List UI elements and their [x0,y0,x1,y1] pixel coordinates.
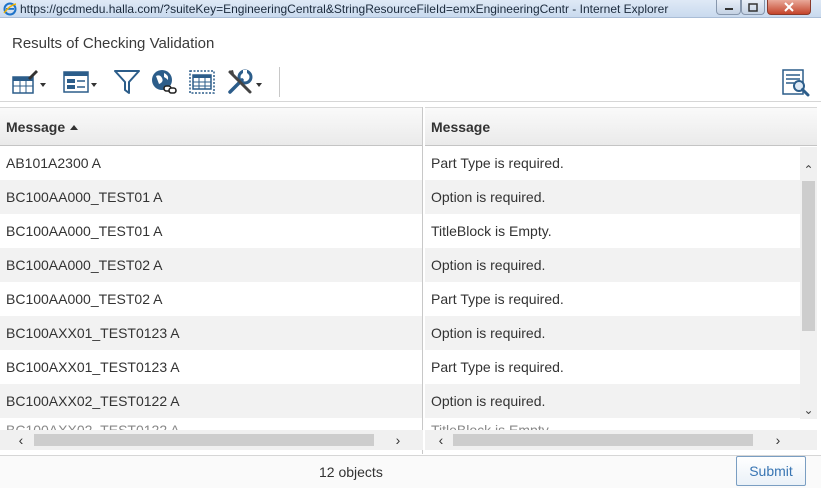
left-horizontal-scroll-thumb[interactable] [34,434,374,446]
filter-icon [114,70,140,94]
row-name-cell: BC100AA000_TEST01 A [6,223,163,239]
tools-icon [228,69,253,94]
dialog-footer: 12 objects Submit [0,455,821,488]
scroll-up-icon[interactable]: ⌃ [800,161,817,178]
search-report-button[interactable] [780,68,810,97]
grid-select-icon [189,70,215,94]
table-row[interactable]: BC100AA000_TEST02 A [0,248,422,282]
minimize-icon [724,8,733,10]
row-name-cell: BC100AXX02_TEST0122 A [6,393,180,409]
table-row[interactable]: Part Type is required. [425,350,817,384]
table-row[interactable]: BC100AA000_TEST01 A [0,214,422,248]
globe-link-button[interactable] [150,68,178,96]
right-horizontal-scroll-thumb[interactable] [453,434,753,446]
view-grid-icon [63,71,89,93]
column-header-message-right[interactable]: Message [425,107,817,146]
chevron-down-icon [91,83,97,87]
sort-ascending-icon [70,125,79,130]
window-titlebar: https://gcdmedu.halla.com/?suiteKey=Engi… [0,0,821,18]
table-row[interactable]: BC100AXX01_TEST0123 A [0,350,422,384]
row-name-cell: BC100AA000_TEST02 A [6,291,163,307]
submit-button[interactable]: Submit [736,456,806,486]
table-row[interactable]: Option is required. [425,316,817,350]
scroll-left-icon[interactable]: ‹ [432,431,450,449]
table-row[interactable]: BC100AA000_TEST01 A [0,180,422,214]
chevron-down-icon [40,83,46,87]
table-row[interactable]: Part Type is required. [425,282,817,316]
table-row[interactable]: AB101A2300 A [0,146,422,180]
row-name-cell: AB101A2300 A [6,155,101,171]
scroll-left-icon[interactable]: ‹ [12,431,30,449]
filter-button[interactable] [113,68,141,96]
grid-right-rows: Part Type is required. Option is required… [425,146,817,438]
scroll-down-icon[interactable]: ⌄ [800,401,817,418]
row-message-cell: TitleBlock is Empty. [431,223,552,239]
globe-link-icon [152,70,177,94]
toolbar-separator [279,67,280,97]
view-menu-button[interactable] [63,68,97,96]
row-message-cell: Option is required. [431,393,546,409]
object-count: 12 objects [319,464,383,480]
row-name-cell: BC100AA000_TEST02 A [6,257,163,273]
close-button[interactable] [767,0,811,15]
minimize-button[interactable] [716,0,741,15]
vertical-scroll-thumb[interactable] [802,181,815,331]
table-row[interactable]: Part Type is required. [425,146,817,180]
chevron-down-icon [256,83,262,87]
row-message-cell: Option is required. [431,325,546,341]
scroll-right-icon[interactable]: › [389,431,407,449]
vertical-scrollbar[interactable]: ⌃ ⌄ [800,147,817,419]
table-row[interactable]: BC100AXX02_TEST0122 A [0,384,422,418]
table-edit-menu-button[interactable] [12,68,46,96]
row-message-cell: Part Type is required. [431,155,564,171]
row-name-cell: BC100AXX01_TEST0123 A [6,325,180,341]
row-message-cell: Part Type is required. [431,359,564,375]
right-horizontal-scrollbar[interactable]: ‹ › [425,430,817,450]
internet-explorer-icon [3,2,17,16]
row-message-cell: Option is required. [431,257,546,273]
maximize-button[interactable] [741,0,765,15]
search-report-icon [782,69,810,97]
left-horizontal-scrollbar[interactable]: ‹ › [0,430,423,450]
row-name-cell: BC100AXX01_TEST0123 A [6,359,180,375]
table-row[interactable]: BC100AA000_TEST02 A [0,282,422,316]
table-row[interactable]: BC100AXX01_TEST0123 A [0,316,422,350]
dialog-title: Results of Checking Validation [12,35,215,52]
grid-select-button[interactable] [188,68,216,96]
grid-right-pane: Message Part Type is required. Option is … [425,107,817,454]
row-name-cell: BC100AA000_TEST01 A [6,189,163,205]
toolbar [0,62,821,102]
grid-left-pane: Message AB101A2300 A BC100AA000_TEST01 A B… [0,107,423,454]
scroll-right-icon[interactable]: › [769,431,787,449]
table-row[interactable]: Option is required. [425,384,817,418]
column-header-message-left[interactable]: Message [0,107,422,146]
table-row[interactable]: TitleBlock is Empty. [425,214,817,248]
table-edit-icon [12,70,38,94]
table-row[interactable]: Option is required. [425,180,817,214]
window-title: https://gcdmedu.halla.com/?suiteKey=Engi… [20,2,669,16]
row-message-cell: Option is required. [431,189,546,205]
row-message-cell: Part Type is required. [431,291,564,307]
table-row[interactable]: Option is required. [425,248,817,282]
grid-left-rows: AB101A2300 A BC100AA000_TEST01 A BC100AA00… [0,146,422,438]
close-icon [784,2,794,12]
tools-menu-button[interactable] [226,68,262,96]
maximize-icon [748,2,758,12]
